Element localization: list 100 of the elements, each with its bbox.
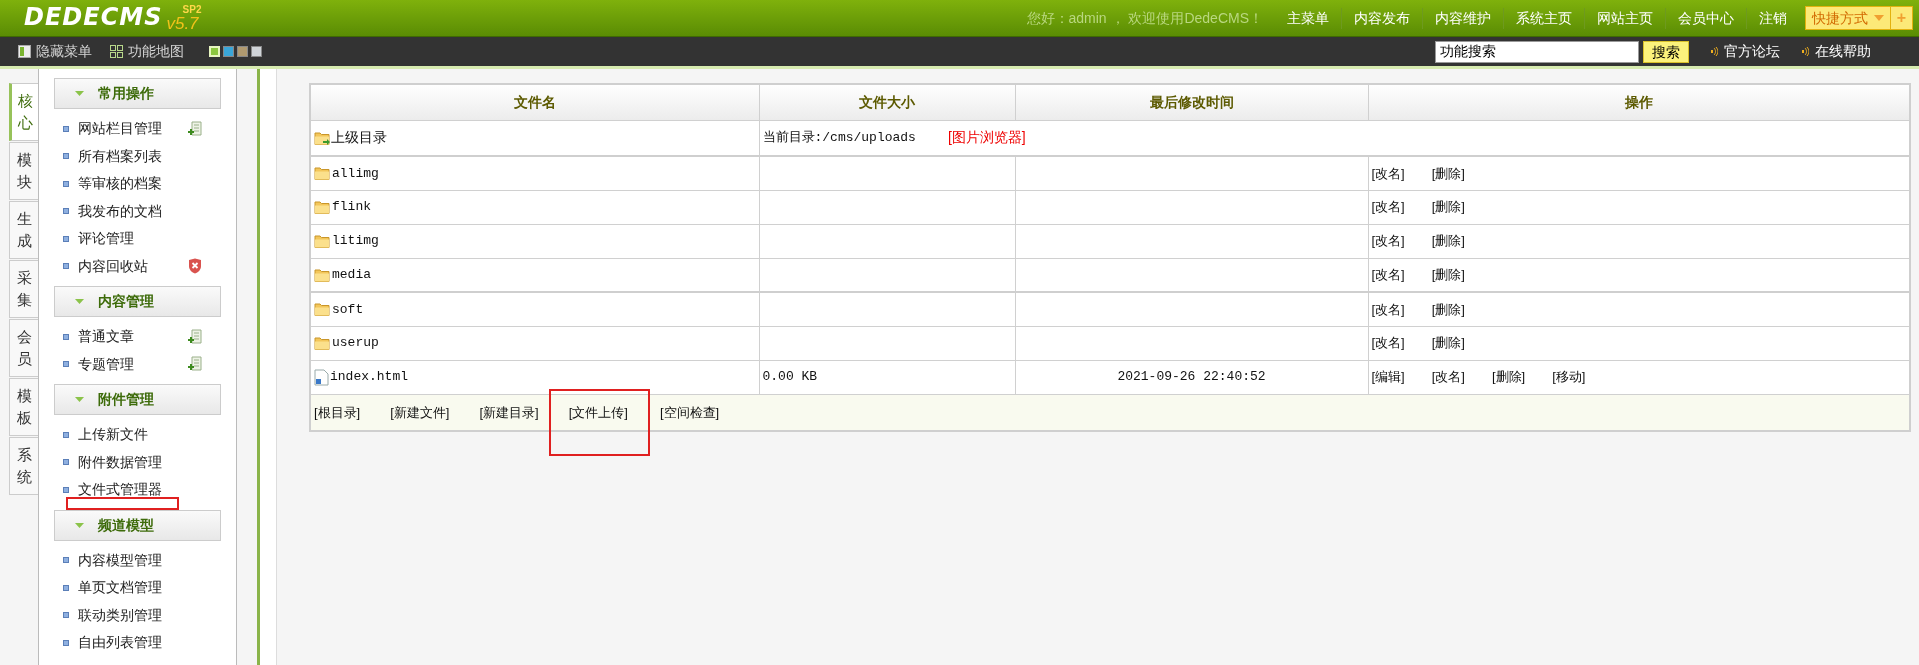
- bullet-icon: [63, 263, 69, 270]
- side-tab[interactable]: 核心: [9, 83, 38, 141]
- action-link[interactable]: [删除]: [1431, 163, 1465, 183]
- caret-icon: [1874, 15, 1884, 21]
- caret-icon: [75, 299, 84, 304]
- help-link[interactable]: 官方论坛: [1711, 41, 1780, 62]
- action-link[interactable]: [改名]: [1431, 367, 1465, 387]
- side-tab[interactable]: 模块: [9, 142, 38, 200]
- caret-icon: [75, 397, 84, 402]
- caret-icon: [75, 522, 84, 528]
- side-tab[interactable]: 系统: [9, 437, 38, 495]
- delete-shield-icon[interactable]: [188, 258, 202, 275]
- footer-link[interactable]: [空间检查]: [659, 405, 720, 421]
- side-tab[interactable]: 生成: [9, 201, 38, 259]
- footer-link[interactable]: [新建文件]: [390, 405, 450, 421]
- bullet-icon: [63, 361, 69, 368]
- side-tab[interactable]: 模板: [9, 378, 38, 436]
- help-link[interactable]: 在线帮助: [1802, 41, 1871, 62]
- bullet-icon: [63, 431, 69, 438]
- menu-item[interactable]: 专题管理: [78, 353, 168, 375]
- map-link[interactable]: 功能地图: [110, 41, 184, 62]
- bullet-icon: [63, 459, 69, 466]
- menu-item[interactable]: 所有档案列表: [78, 145, 168, 167]
- action-link[interactable]: [编辑]: [1371, 367, 1405, 387]
- hide-menu-link[interactable]: 隐藏菜单: [18, 41, 92, 62]
- menu-item[interactable]: 我发布的文档: [78, 200, 168, 222]
- menu-item[interactable]: 附件数据管理: [78, 451, 168, 473]
- bullet-icon: [63, 639, 69, 646]
- folder-icon: [314, 199, 331, 215]
- skin-swatch[interactable]: [237, 46, 248, 57]
- action-link[interactable]: [删除]: [1431, 299, 1465, 319]
- search-button[interactable]: 搜索: [1643, 40, 1689, 63]
- add-page-icon[interactable]: [188, 120, 203, 137]
- menu-item[interactable]: 文件式管理器: [78, 479, 168, 501]
- sound-icon: [1802, 47, 1809, 56]
- menu-item[interactable]: 评论管理: [78, 228, 168, 250]
- image-browser-link[interactable]: [图片浏览器]: [947, 127, 1026, 149]
- footer-link[interactable]: [根目录]: [314, 405, 361, 421]
- side-tab[interactable]: 采集: [9, 260, 38, 318]
- bullet-icon: [63, 584, 69, 591]
- grid-icon: [110, 45, 123, 58]
- action-link[interactable]: [删除]: [1491, 367, 1526, 387]
- skin-swatch[interactable]: [223, 46, 234, 57]
- menu-group-title: 附件管理: [98, 390, 154, 409]
- menu-group-title: 内容管理: [98, 292, 154, 311]
- menu-item[interactable]: 内容模型管理: [78, 549, 168, 571]
- bullet-icon: [63, 486, 69, 493]
- folder-icon: [314, 301, 331, 318]
- menu-group-header[interactable]: 内容管理: [54, 286, 221, 317]
- file-size: 0.00 KB: [762, 369, 818, 385]
- menu-item[interactable]: 自由列表管理: [78, 632, 168, 654]
- menu-item[interactable]: 单页文档管理: [78, 577, 168, 599]
- menu-group-header[interactable]: 附件管理: [54, 384, 221, 415]
- bullet-icon: [63, 612, 69, 619]
- menu-group-title: 常用操作: [98, 84, 154, 103]
- side-tab[interactable]: 会员: [9, 319, 38, 377]
- sound-icon: [1711, 47, 1718, 56]
- version-label: v5.7: [166, 14, 199, 32]
- modified-time: 2021-09-26 22:40:52: [1117, 369, 1266, 385]
- action-link[interactable]: [删除]: [1431, 231, 1465, 251]
- menu-group-header[interactable]: 常用操作: [54, 78, 221, 109]
- menu-item[interactable]: 等审核的档案: [78, 173, 168, 195]
- folder-icon: [314, 165, 331, 182]
- menu-group-title: 频道模型: [98, 515, 154, 535]
- bullet-icon: [63, 125, 69, 132]
- add-page-icon[interactable]: [188, 328, 203, 345]
- action-link[interactable]: [移动]: [1552, 367, 1586, 387]
- skin-swatch[interactable]: [251, 46, 262, 57]
- action-link[interactable]: [改名]: [1371, 197, 1405, 217]
- panel-icon: [18, 45, 31, 58]
- action-link[interactable]: [改名]: [1371, 163, 1405, 183]
- menu-item[interactable]: 联动类别管理: [78, 604, 168, 626]
- footer-link[interactable]: [文件上传]: [568, 405, 628, 421]
- splitter-bar[interactable]: [257, 69, 277, 665]
- menu-item[interactable]: 内容回收站: [78, 255, 168, 277]
- action-link[interactable]: [删除]: [1431, 333, 1465, 353]
- folder-up-icon: [314, 129, 331, 146]
- column-header: 最后修改时间: [1015, 84, 1368, 120]
- add-page-icon[interactable]: [188, 356, 203, 373]
- action-link[interactable]: [删除]: [1431, 197, 1465, 217]
- parent-directory-link[interactable]: 上级目录: [314, 127, 756, 149]
- action-link[interactable]: [改名]: [1371, 265, 1405, 285]
- bullet-icon: [63, 235, 69, 242]
- current-directory-text: 当前目录:/cms/uploads: [762, 129, 916, 147]
- menu-item[interactable]: 普通文章: [78, 326, 168, 348]
- footer-link[interactable]: [新建目录]: [479, 405, 539, 421]
- action-link[interactable]: [改名]: [1371, 231, 1405, 251]
- menu-item[interactable]: 网站栏目管理: [78, 118, 168, 140]
- logo: DEDECMS: [24, 4, 163, 29]
- action-link[interactable]: [改名]: [1371, 333, 1405, 353]
- menu-item[interactable]: 上传新文件: [78, 424, 168, 446]
- search-field[interactable]: 功能搜索: [1435, 40, 1639, 63]
- column-header: 文件名: [310, 84, 759, 120]
- bullet-icon: [63, 333, 69, 340]
- greeting-text: 您好：admin ， 欢迎使用DedeCMS！: [1026, 8, 1263, 28]
- file-icon: [314, 368, 329, 386]
- action-link[interactable]: [删除]: [1431, 265, 1465, 285]
- action-link[interactable]: [改名]: [1371, 299, 1405, 319]
- bullet-icon: [63, 557, 69, 564]
- menu-group-header[interactable]: 频道模型: [54, 509, 221, 541]
